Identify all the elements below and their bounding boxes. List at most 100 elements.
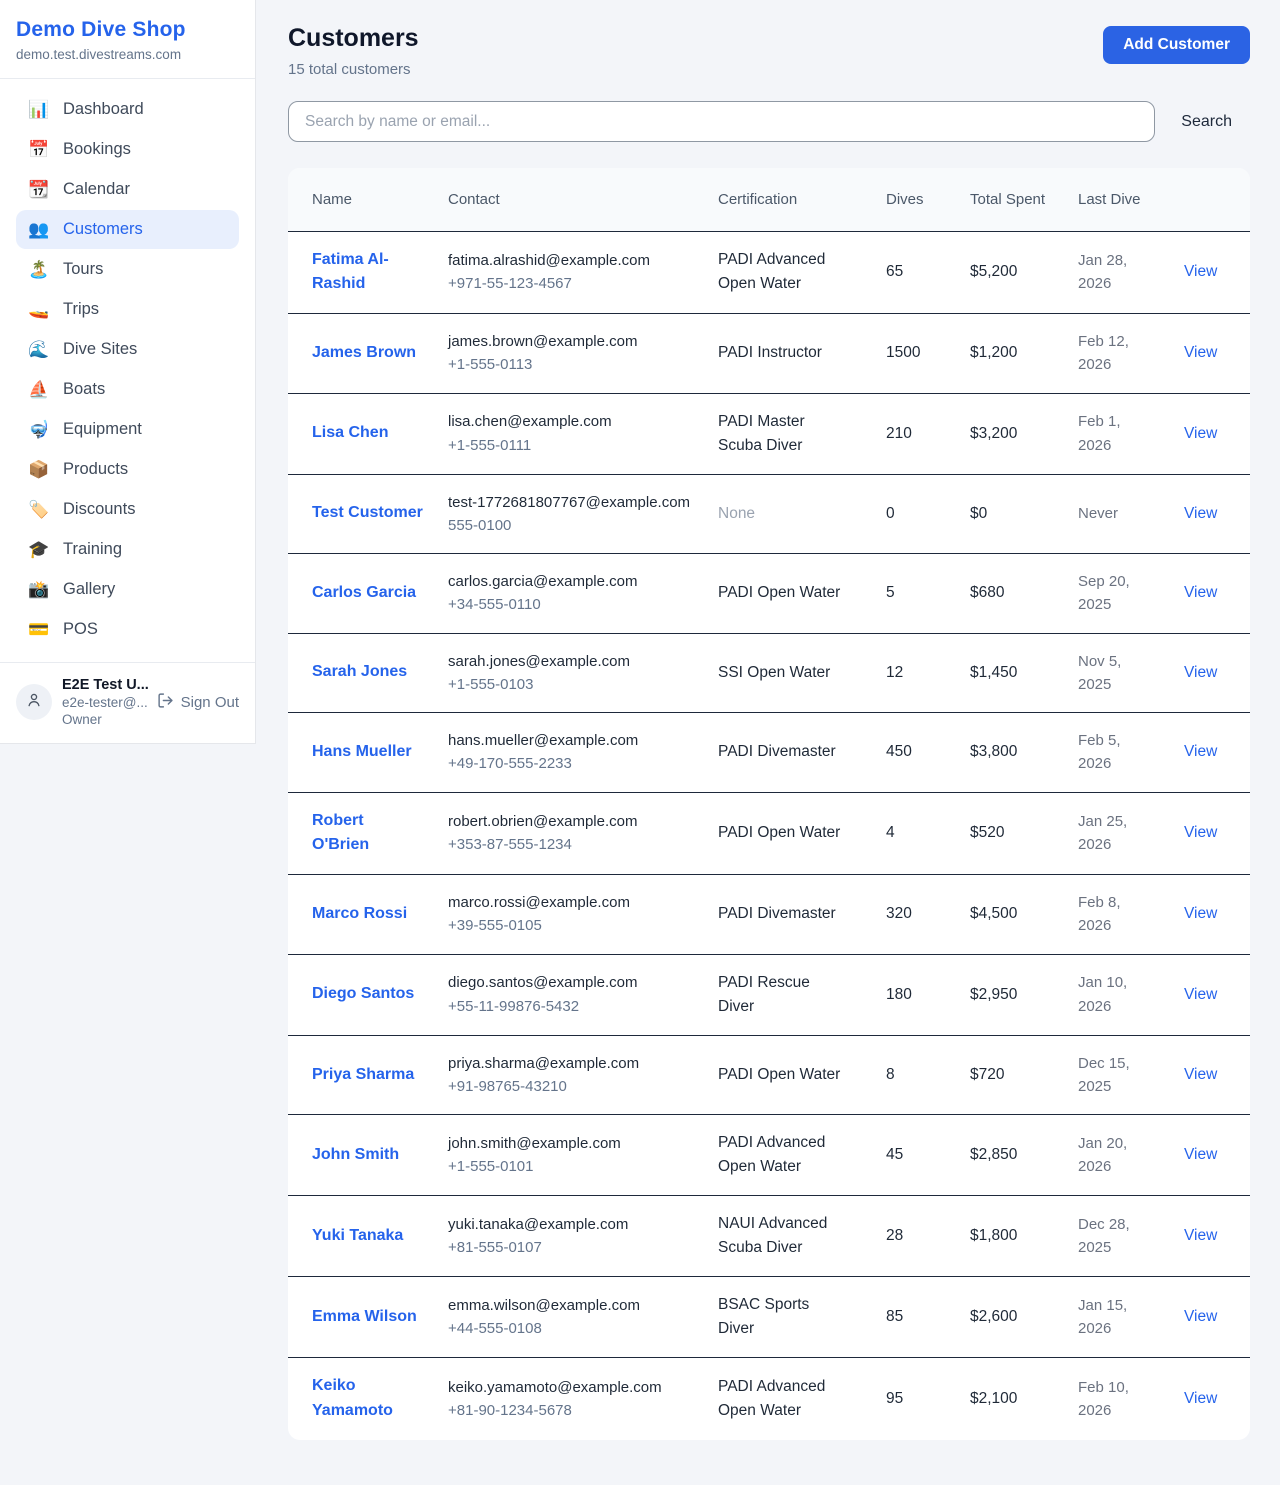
- view-customer-link[interactable]: View: [1184, 425, 1217, 442]
- sidebar-item-dive-sites[interactable]: 🌊 Dive Sites: [16, 330, 239, 369]
- sidebar-item-dashboard[interactable]: 📊 Dashboard: [16, 90, 239, 129]
- search-button[interactable]: Search: [1155, 113, 1250, 131]
- table-header-row: Name Contact Certification Dives Total S…: [288, 168, 1250, 231]
- sidebar-item-calendar[interactable]: 📆 Calendar: [16, 170, 239, 209]
- table-row: Yuki Tanaka yuki.tanaka@example.com +81-…: [288, 1196, 1250, 1277]
- sidebar-item-products[interactable]: 📦 Products: [16, 450, 239, 489]
- view-customer-link[interactable]: View: [1184, 1308, 1217, 1325]
- total-spent-cell: $2,100: [958, 1358, 1066, 1440]
- column-header-actions: [1172, 168, 1250, 231]
- dives-cell: 95: [874, 1358, 958, 1440]
- view-customer-link[interactable]: View: [1184, 263, 1217, 280]
- last-dive-cell: Jan 25, 2026: [1066, 792, 1172, 875]
- customer-phone: +1-555-0103: [448, 673, 694, 696]
- customer-name-link[interactable]: Emma Wilson: [312, 1305, 417, 1330]
- contact-cell: emma.wilson@example.com +44-555-0108: [436, 1277, 706, 1358]
- sidebar-item-label: Products: [63, 460, 128, 479]
- sidebar-item-gallery[interactable]: 📸 Gallery: [16, 570, 239, 609]
- view-customer-link[interactable]: View: [1184, 344, 1217, 361]
- customer-phone: +81-90-1234-5678: [448, 1399, 694, 1422]
- view-customer-link[interactable]: View: [1184, 584, 1217, 601]
- dives-cell: 8: [874, 1035, 958, 1115]
- table-row: John Smith john.smith@example.com +1-555…: [288, 1115, 1250, 1196]
- certification-cell: PADI Master Scuba Diver: [706, 393, 874, 474]
- customer-name-link[interactable]: Carlos Garcia: [312, 581, 416, 606]
- certification-cell: PADI Open Water: [706, 1035, 874, 1115]
- certification-cell: PADI Divemaster: [706, 713, 874, 793]
- customer-email: lisa.chen@example.com: [448, 410, 694, 433]
- customer-name-link[interactable]: Diego Santos: [312, 982, 414, 1007]
- sidebar-item-equipment[interactable]: 🤿 Equipment: [16, 410, 239, 449]
- customer-name-link[interactable]: Test Customer: [312, 501, 423, 526]
- table-row: James Brown james.brown@example.com +1-5…: [288, 314, 1250, 394]
- people-icon: 👥: [28, 221, 50, 238]
- view-customer-link[interactable]: View: [1184, 1146, 1217, 1163]
- customer-email: test-1772681807767@example.com: [448, 491, 694, 514]
- customer-phone: +55-11-99876-5432: [448, 995, 694, 1018]
- contact-cell: lisa.chen@example.com +1-555-0111: [436, 393, 706, 474]
- total-spent-cell: $2,600: [958, 1277, 1066, 1358]
- customer-name-link[interactable]: Hans Mueller: [312, 740, 412, 765]
- search-input[interactable]: [288, 101, 1155, 142]
- table-header: Name Contact Certification Dives Total S…: [288, 168, 1250, 231]
- sidebar-item-label: Boats: [63, 380, 105, 399]
- column-header-name: Name: [288, 168, 436, 231]
- view-customer-link[interactable]: View: [1184, 743, 1217, 760]
- customer-phone: +39-555-0105: [448, 914, 694, 937]
- calendar-date-icon: 📅: [28, 141, 50, 158]
- sidebar-item-discounts[interactable]: 🏷️ Discounts: [16, 490, 239, 529]
- sidebar-item-trips[interactable]: 🚤 Trips: [16, 290, 239, 329]
- view-customer-link[interactable]: View: [1184, 664, 1217, 681]
- table-row: Keiko Yamamoto keiko.yamamoto@example.co…: [288, 1358, 1250, 1440]
- sidebar-item-customers[interactable]: 👥 Customers: [16, 210, 239, 249]
- total-spent-cell: $720: [958, 1035, 1066, 1115]
- view-customer-link[interactable]: View: [1184, 505, 1217, 522]
- certification-cell: BSAC Sports Diver: [706, 1277, 874, 1358]
- sidebar-item-training[interactable]: 🎓 Training: [16, 530, 239, 569]
- wave-icon: 🌊: [28, 341, 50, 358]
- customer-name-link[interactable]: Sarah Jones: [312, 660, 407, 685]
- customer-phone: +81-555-0107: [448, 1236, 694, 1259]
- total-spent-cell: $520: [958, 792, 1066, 875]
- customer-phone: +91-98765-43210: [448, 1075, 694, 1098]
- sidebar-item-label: Dive Sites: [63, 340, 137, 359]
- customer-name-link[interactable]: Fatima Al-Rashid: [312, 248, 424, 298]
- dives-cell: 85: [874, 1277, 958, 1358]
- shop-domain: demo.test.divestreams.com: [16, 47, 239, 62]
- sidebar-item-tours[interactable]: 🏝️ Tours: [16, 250, 239, 289]
- total-spent-cell: $3,200: [958, 393, 1066, 474]
- camera-flash-icon: 📸: [28, 581, 50, 598]
- view-customer-link[interactable]: View: [1184, 1227, 1217, 1244]
- customer-name-link[interactable]: John Smith: [312, 1143, 399, 1168]
- last-dive-cell: Jan 20, 2026: [1066, 1115, 1172, 1196]
- sidebar-item-boats[interactable]: ⛵ Boats: [16, 370, 239, 409]
- customer-name-link[interactable]: Robert O'Brien: [312, 809, 424, 859]
- table-row: Carlos Garcia carlos.garcia@example.com …: [288, 554, 1250, 634]
- view-customer-link[interactable]: View: [1184, 905, 1217, 922]
- contact-cell: james.brown@example.com +1-555-0113: [436, 314, 706, 394]
- customer-name-link[interactable]: Lisa Chen: [312, 421, 388, 446]
- customer-name-link[interactable]: Marco Rossi: [312, 902, 407, 927]
- customer-name-link[interactable]: Yuki Tanaka: [312, 1224, 403, 1249]
- view-customer-link[interactable]: View: [1184, 986, 1217, 1003]
- search-bar: Search: [288, 101, 1250, 142]
- customer-name-link[interactable]: Priya Sharma: [312, 1063, 414, 1088]
- table-row: Fatima Al-Rashid fatima.alrashid@example…: [288, 231, 1250, 314]
- certification-cell: PADI Advanced Open Water: [706, 1115, 874, 1196]
- sign-out-button[interactable]: Sign Out: [157, 692, 239, 713]
- sidebar-item-pos[interactable]: 💳 POS: [16, 610, 239, 649]
- customer-phone: +49-170-555-2233: [448, 752, 694, 775]
- customer-phone: +34-555-0110: [448, 593, 694, 616]
- customer-email: james.brown@example.com: [448, 330, 694, 353]
- view-customer-link[interactable]: View: [1184, 824, 1217, 841]
- sidebar-item-label: Calendar: [63, 180, 130, 199]
- last-dive-cell: Feb 1, 2026: [1066, 393, 1172, 474]
- customer-name-link[interactable]: James Brown: [312, 341, 416, 366]
- dives-cell: 5: [874, 554, 958, 634]
- sidebar-item-bookings[interactable]: 📅 Bookings: [16, 130, 239, 169]
- customer-name-link[interactable]: Keiko Yamamoto: [312, 1374, 424, 1424]
- add-customer-button[interactable]: Add Customer: [1103, 26, 1250, 64]
- last-dive-cell: Jan 15, 2026: [1066, 1277, 1172, 1358]
- view-customer-link[interactable]: View: [1184, 1066, 1217, 1083]
- view-customer-link[interactable]: View: [1184, 1390, 1217, 1407]
